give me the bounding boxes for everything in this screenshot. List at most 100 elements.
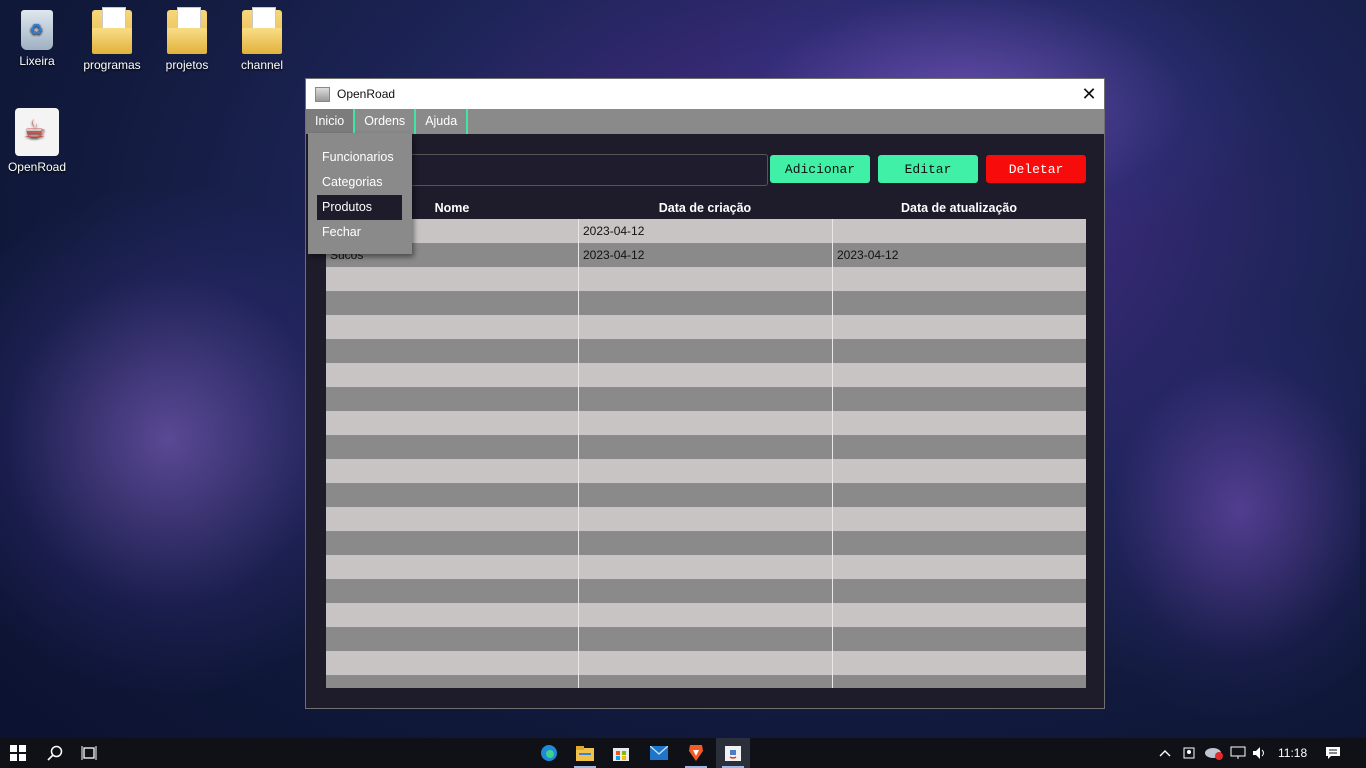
desktop-icon-label: channel [240,58,284,72]
table-cell [326,531,578,555]
table-cell [326,267,578,291]
notification-icon[interactable] [1318,738,1348,768]
table-cell [578,315,832,339]
table-cell [832,603,1086,627]
store-icon[interactable] [604,738,638,768]
table-cell [326,483,578,507]
data-table: Nome Data de criação Data de atualização… [326,197,1086,688]
menu-ordens[interactable]: Ordens [355,109,417,134]
menu-item-funcionarios[interactable]: Funcionarios [317,145,402,170]
table-row[interactable] [326,675,1086,688]
table-cell [832,483,1086,507]
menu-item-fechar[interactable]: Fechar [317,220,402,245]
table-body: 2023-04-12 Sucos 2023-04-12 2023-04-12 [326,219,1086,688]
table-row[interactable] [326,555,1086,579]
table-row[interactable] [326,483,1086,507]
table-cell [832,651,1086,675]
desktop-icon-label: OpenRoad [7,160,67,174]
table-cell [578,675,832,688]
search-icon[interactable] [38,738,72,768]
table-cell [578,363,832,387]
table-row[interactable] [326,411,1086,435]
desktop-icon-label: Lixeira [19,54,55,68]
table-row[interactable] [326,435,1086,459]
desktop-icon-lixeira[interactable]: Lixeira [2,10,72,68]
table-cell [832,315,1086,339]
table-row[interactable] [326,603,1086,627]
table-row[interactable] [326,531,1086,555]
meet-icon[interactable] [1180,738,1200,768]
table-row[interactable] [326,363,1086,387]
window-title: OpenRoad [337,87,396,101]
desktop-icon-programas[interactable]: programas [77,7,147,72]
table-row[interactable]: Sucos 2023-04-12 2023-04-12 [326,243,1086,267]
menu-item-produtos[interactable]: Produtos [317,195,402,220]
app-window: OpenRoad ✕ Inicio Ordens Ajuda Adicionar… [305,78,1105,709]
table-cell [326,627,578,651]
close-icon[interactable]: ✕ [1074,79,1104,109]
table-cell [832,627,1086,651]
table-row[interactable] [326,267,1086,291]
wallpaper-nebula [1060,300,1360,720]
table-row[interactable] [326,387,1086,411]
table-cell [326,675,578,688]
table-row[interactable] [326,579,1086,603]
table-cell [832,507,1086,531]
table-row[interactable] [326,507,1086,531]
table-cell [326,315,578,339]
network-icon[interactable] [1228,738,1248,768]
clock[interactable]: 11:18 [1278,738,1307,768]
title-bar[interactable]: OpenRoad ✕ [306,79,1104,109]
volume-icon[interactable] [1250,738,1270,768]
start-icon[interactable] [0,738,36,768]
table-cell [326,555,578,579]
table-cell [578,267,832,291]
desktop-icon-channel[interactable]: channel [227,7,297,72]
menu-item-categorias[interactable]: Categorias [317,170,402,195]
folder-shortcut-icon [242,7,282,54]
table-cell [578,387,832,411]
onedrive-icon[interactable] [1202,738,1226,768]
menu-bar: Inicio Ordens Ajuda [306,109,1104,134]
table-row[interactable]: 2023-04-12 [326,219,1086,243]
java-app-icon[interactable] [716,738,750,768]
desktop-icon-openroad[interactable]: OpenRoad [2,108,72,174]
table-cell [578,531,832,555]
table-cell [832,219,1086,243]
menu-ajuda[interactable]: Ajuda [416,109,469,134]
column-header[interactable]: Data de atualização [832,197,1086,219]
table-cell [326,603,578,627]
table-cell [578,579,832,603]
desktop-icon-label: programas [83,58,141,72]
table-cell [326,363,578,387]
table-cell [578,339,832,363]
delete-button[interactable]: Deletar [986,155,1086,183]
table-row[interactable] [326,291,1086,315]
table-cell [832,387,1086,411]
edge-icon[interactable] [532,738,566,768]
desktop-icon-projetos[interactable]: projetos [152,7,222,72]
table-cell [578,411,832,435]
brave-icon[interactable] [679,738,713,768]
add-button[interactable]: Adicionar [770,155,870,183]
table-row[interactable] [326,339,1086,363]
table-row[interactable] [326,459,1086,483]
table-cell [578,555,832,579]
task-view-icon[interactable] [72,738,106,768]
table-cell [578,507,832,531]
table-header: Nome Data de criação Data de atualização [326,197,1086,219]
edit-button[interactable]: Editar [878,155,978,183]
mail-icon[interactable] [642,738,676,768]
table-row[interactable] [326,651,1086,675]
app-icon [315,86,330,102]
table-cell [832,531,1086,555]
table-cell [326,459,578,483]
file-explorer-icon[interactable] [568,738,602,768]
column-header[interactable]: Data de criação [578,197,832,219]
table-cell [326,291,578,315]
chevron-up-icon[interactable] [1156,738,1174,768]
table-row[interactable] [326,627,1086,651]
table-row[interactable] [326,315,1086,339]
table-cell [326,339,578,363]
menu-inicio[interactable]: Inicio [306,109,356,134]
